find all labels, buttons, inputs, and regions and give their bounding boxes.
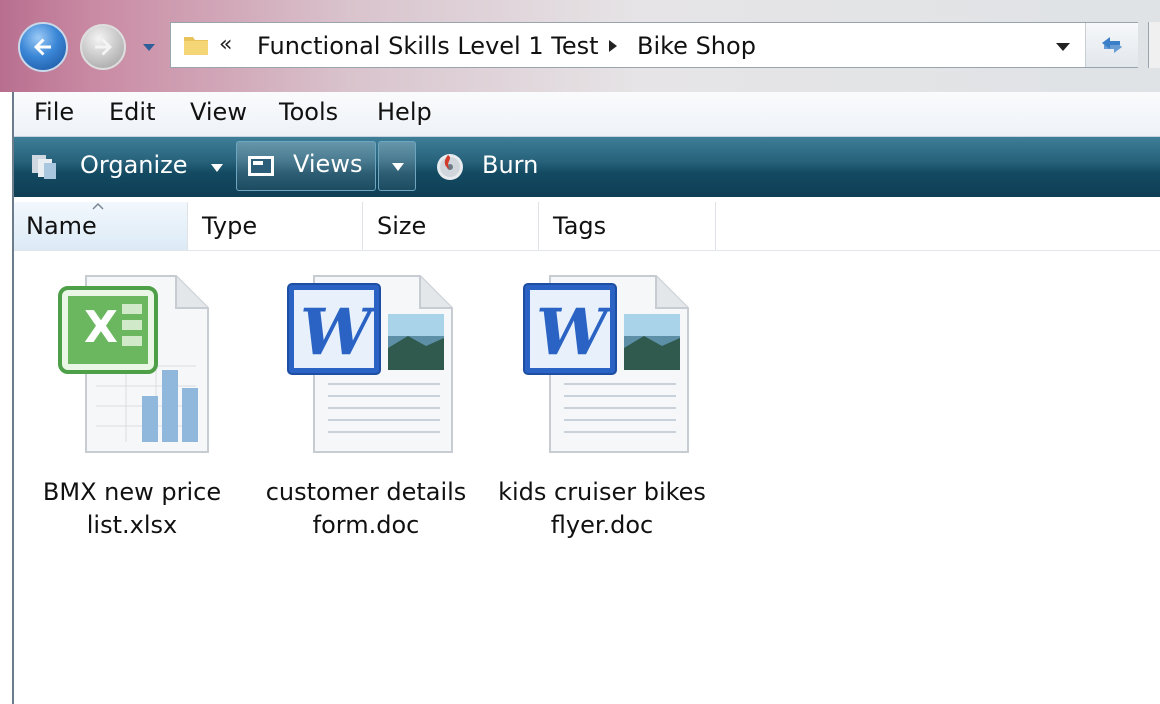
forward-arrow-icon: [95, 38, 112, 56]
views-icon: [248, 156, 274, 176]
column-header-name-label: Name: [26, 212, 97, 240]
file-item-customer-details-form[interactable]: W customer details form.doc: [256, 266, 476, 556]
menu-help[interactable]: Help: [377, 98, 432, 126]
svg-text:X: X: [84, 302, 118, 353]
views-label: Views: [293, 150, 363, 178]
organize-icon: [32, 155, 56, 179]
column-header-tags-label: Tags: [553, 212, 607, 240]
burn-label: Burn: [482, 151, 539, 179]
file-name-label: customer details form.doc: [265, 478, 467, 539]
address-overflow-chevron[interactable]: «: [219, 32, 232, 57]
file-item-bmx-price-list[interactable]: X BMX new price list.xlsx: [22, 266, 242, 556]
refresh-button[interactable]: [1085, 23, 1138, 67]
organize-dropdown-icon: [211, 164, 223, 172]
burn-button[interactable]: Burn: [432, 143, 552, 191]
menu-tools[interactable]: Tools: [279, 98, 338, 126]
views-dropdown-icon: [392, 163, 404, 171]
column-header-name[interactable]: Name: [12, 202, 188, 250]
back-button[interactable]: [18, 22, 68, 72]
svg-text:W: W: [300, 295, 378, 370]
window-left-border: [12, 92, 14, 704]
views-dropdown-button[interactable]: [378, 141, 416, 191]
views-button[interactable]: Views: [236, 141, 376, 191]
burn-disc-icon: [437, 154, 463, 180]
breadcrumb-functional-skills[interactable]: Functional Skills Level 1 Test: [257, 32, 599, 60]
column-header-bar: Name Type Size Tags: [12, 202, 1160, 251]
forward-button[interactable]: [80, 24, 126, 70]
excel-file-icon: X: [58, 275, 209, 453]
back-arrow-icon: [34, 38, 51, 56]
file-name-label: kids cruiser bikes flyer.doc: [498, 478, 706, 539]
search-box-edge[interactable]: [1148, 22, 1160, 68]
column-header-type-label: Type: [202, 212, 258, 240]
file-name-label: BMX new price list.xlsx: [42, 478, 222, 539]
column-header-size[interactable]: Size: [363, 202, 539, 250]
column-header-tags[interactable]: Tags: [539, 202, 716, 250]
title-bar: « Functional Skills Level 1 Test Bike Sh…: [0, 0, 1160, 92]
organize-button[interactable]: Organize: [22, 143, 232, 191]
menu-bar: File Edit View Tools Help: [12, 92, 1160, 137]
command-bar: Organize Views Burn: [12, 137, 1160, 197]
word-file-icon: W: [287, 275, 453, 453]
svg-text:W: W: [536, 295, 614, 370]
organize-label: Organize: [80, 151, 188, 179]
menu-file[interactable]: File: [34, 98, 74, 126]
recent-pages-dropdown-icon[interactable]: [142, 40, 156, 54]
file-item-kids-cruiser-flyer[interactable]: W kids cruiser bikes flyer.doc: [492, 266, 712, 556]
breadcrumb-bike-shop[interactable]: Bike Shop: [637, 32, 756, 60]
folder-icon: [184, 37, 208, 55]
menu-edit[interactable]: Edit: [109, 98, 155, 126]
sort-ascending-icon: [92, 202, 104, 210]
menu-view[interactable]: View: [190, 98, 247, 126]
refresh-icon: [1102, 37, 1122, 53]
column-header-type[interactable]: Type: [188, 202, 363, 250]
column-header-size-label: Size: [377, 212, 427, 240]
address-dropdown-icon[interactable]: [1055, 42, 1071, 52]
word-file-icon: W: [523, 275, 689, 453]
breadcrumb-separator-icon[interactable]: [607, 39, 619, 53]
address-bar[interactable]: « Functional Skills Level 1 Test Bike Sh…: [170, 22, 1138, 68]
